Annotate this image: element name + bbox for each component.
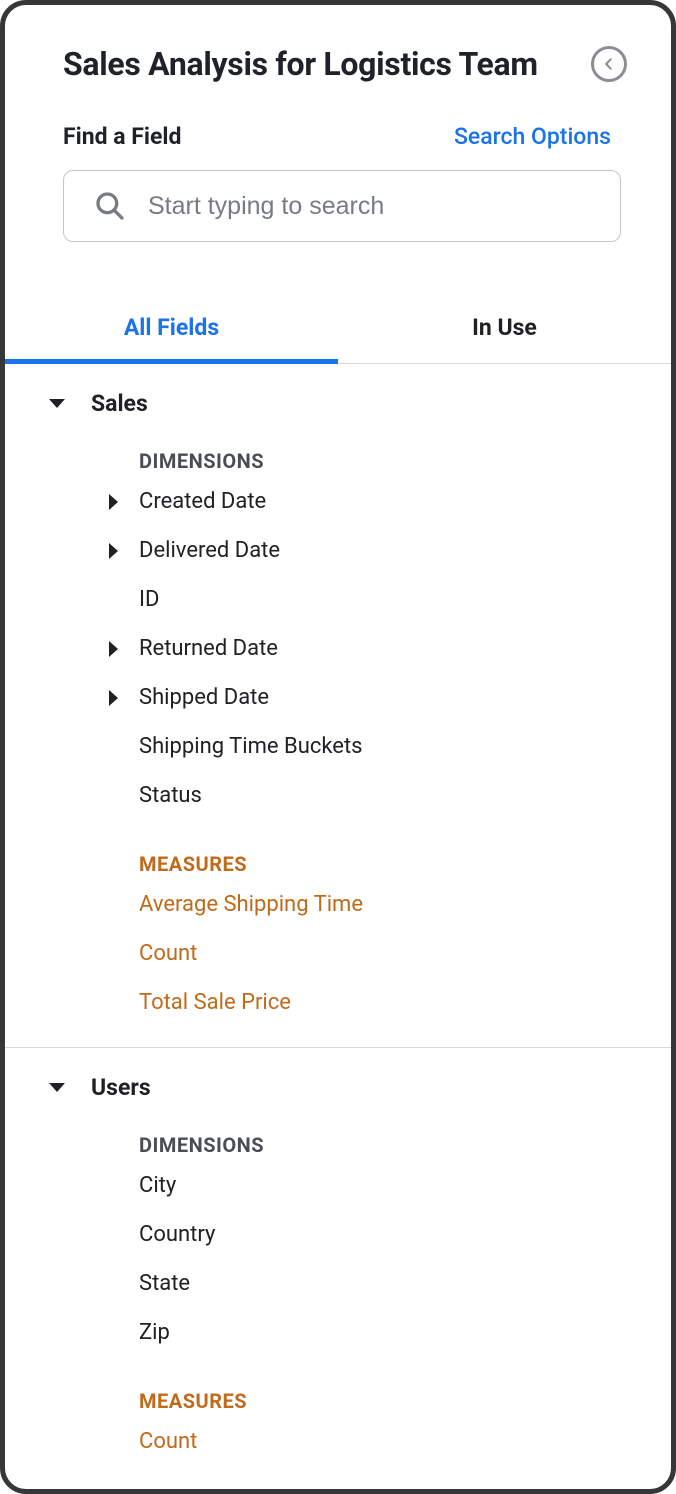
field-label: Average Shipping Time	[139, 892, 363, 917]
tab-all-fields[interactable]: All Fields	[5, 296, 338, 363]
panel-title: Sales Analysis for Logistics Team	[63, 45, 538, 83]
field-total-sale-price[interactable]: Total Sale Price	[5, 978, 671, 1027]
measures-label: MEASURES	[5, 820, 671, 880]
group-users: Users DIMENSIONS City Country State Zip …	[5, 1048, 671, 1486]
field-state[interactable]: State	[5, 1259, 671, 1308]
find-field-row: Find a Field Search Options	[5, 83, 671, 150]
field-label: Status	[139, 783, 202, 808]
field-zip[interactable]: Zip	[5, 1308, 671, 1357]
group-sales: Sales DIMENSIONS Created Date Delivered …	[5, 364, 671, 1048]
search-box[interactable]	[63, 170, 621, 242]
field-label: ID	[139, 587, 159, 612]
field-shipping-time-buckets[interactable]: Shipping Time Buckets	[5, 722, 671, 771]
field-delivered-date[interactable]: Delivered Date	[5, 526, 671, 575]
field-label: Zip	[139, 1320, 170, 1345]
caret-down-icon	[49, 399, 65, 408]
dimensions-label: DIMENSIONS	[5, 1115, 671, 1161]
find-field-label: Find a Field	[63, 123, 181, 150]
caret-down-icon	[49, 1083, 65, 1092]
caret-right-icon	[109, 641, 118, 657]
group-header-users[interactable]: Users	[5, 1048, 671, 1115]
field-users-count[interactable]: Count	[5, 1417, 671, 1466]
field-label: Count	[139, 1429, 197, 1454]
caret-right-icon	[109, 690, 118, 706]
field-country[interactable]: Country	[5, 1210, 671, 1259]
group-title: Users	[91, 1074, 151, 1101]
field-city[interactable]: City	[5, 1161, 671, 1210]
dimensions-label: DIMENSIONS	[5, 431, 671, 477]
field-label: Delivered Date	[139, 538, 280, 563]
field-label: City	[139, 1173, 176, 1198]
search-options-link[interactable]: Search Options	[454, 123, 611, 150]
field-label: Count	[139, 941, 197, 966]
field-label: Created Date	[139, 489, 266, 514]
collapse-panel-button[interactable]	[591, 46, 627, 82]
chevron-left-icon	[602, 57, 616, 71]
group-header-sales[interactable]: Sales	[5, 364, 671, 431]
field-label: State	[139, 1271, 190, 1296]
field-average-shipping-time[interactable]: Average Shipping Time	[5, 880, 671, 929]
field-tree: Sales DIMENSIONS Created Date Delivered …	[5, 364, 671, 1486]
field-label: Shipping Time Buckets	[139, 734, 363, 759]
caret-right-icon	[109, 543, 118, 559]
field-label: Shipped Date	[139, 685, 269, 710]
field-returned-date[interactable]: Returned Date	[5, 624, 671, 673]
panel-header: Sales Analysis for Logistics Team	[5, 5, 671, 83]
field-picker-panel: Sales Analysis for Logistics Team Find a…	[0, 0, 676, 1494]
measures-label: MEASURES	[5, 1357, 671, 1417]
tabs: All Fields In Use	[5, 296, 671, 364]
field-shipped-date[interactable]: Shipped Date	[5, 673, 671, 722]
field-label: Country	[139, 1222, 215, 1247]
field-label: Returned Date	[139, 636, 278, 661]
field-created-date[interactable]: Created Date	[5, 477, 671, 526]
field-count[interactable]: Count	[5, 929, 671, 978]
field-id[interactable]: ID	[5, 575, 671, 624]
group-title: Sales	[91, 390, 148, 417]
tab-in-use[interactable]: In Use	[338, 296, 671, 363]
caret-right-icon	[109, 494, 118, 510]
field-label: Total Sale Price	[139, 990, 291, 1015]
search-icon	[94, 190, 126, 222]
field-status[interactable]: Status	[5, 771, 671, 820]
search-input[interactable]	[148, 192, 600, 221]
search-wrap	[5, 150, 671, 242]
